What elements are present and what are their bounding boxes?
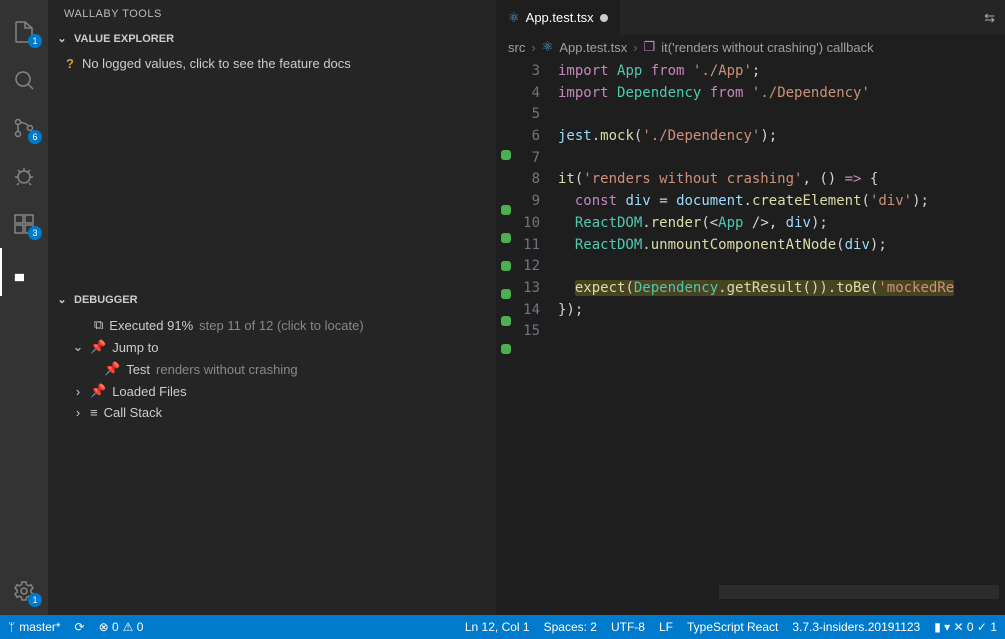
debugger-jump-to[interactable]: ⌄ 📌 Jump to [48, 336, 496, 358]
pin-icon: 📌 [90, 383, 106, 399]
badge: 6 [28, 130, 42, 144]
chevron-down-icon: ⌄ [72, 339, 84, 355]
activity-extensions[interactable]: 3 [0, 200, 48, 248]
bc-src[interactable]: src [508, 40, 525, 55]
value-explorer-header[interactable]: ⌄ VALUE EXPLORER [48, 28, 496, 49]
executed-detail: step 11 of 12 (click to locate) [199, 318, 364, 333]
chevron-right-icon: › [72, 384, 84, 399]
badge: 3 [28, 226, 42, 240]
modified-dot-icon [600, 14, 608, 22]
activity-explorer[interactable]: 1 [0, 8, 48, 56]
question-icon: ? [66, 56, 74, 71]
gutter-marks [496, 59, 516, 615]
chevron-down-icon: ⌄ [56, 293, 68, 306]
react-icon: ⚛ [542, 39, 554, 55]
jump-to-label: Jump to [112, 340, 158, 355]
editor-tabs: ⚛ App.test.tsx ⇆ [496, 0, 1005, 35]
chevron-right-icon: › [633, 40, 637, 55]
status-errors[interactable]: ⊗ 0 ⚠ 0 [99, 620, 144, 634]
activity-bar: 1 6 3 1 [0, 0, 48, 615]
debugger-executed[interactable]: ⧉ Executed 91% step 11 of 12 (click to l… [48, 314, 496, 336]
debugger-call-stack[interactable]: › ≡ Call Stack [48, 402, 496, 423]
debugger-loaded-files[interactable]: › 📌 Loaded Files [48, 380, 496, 402]
minimap[interactable] [719, 585, 999, 599]
executed-label: Executed 91% [109, 318, 193, 333]
status-encoding[interactable]: UTF-8 [611, 620, 645, 634]
tab-label: App.test.tsx [526, 10, 594, 25]
status-eol[interactable]: LF [659, 620, 673, 634]
activity-wallaby[interactable] [0, 248, 48, 296]
badge: 1 [28, 593, 42, 607]
pin-icon: 📌 [90, 339, 106, 355]
tab-actions[interactable]: ⇆ [974, 10, 1005, 26]
value-explorer-label: VALUE EXPLORER [74, 33, 174, 45]
debugger-test-item[interactable]: 📌 Test renders without crashing [48, 358, 496, 380]
editor-tab[interactable]: ⚛ App.test.tsx [496, 0, 620, 35]
test-label: Test [126, 362, 150, 377]
sidebar: WALLABY TOOLS ⌄ VALUE EXPLORER ? No logg… [48, 0, 496, 615]
debugger-header[interactable]: ⌄ DEBUGGER [48, 289, 496, 310]
editor-area: ⚛ App.test.tsx ⇆ src › ⚛ App.test.tsx › … [496, 0, 1005, 615]
status-position[interactable]: Ln 12, Col 1 [465, 620, 530, 634]
activity-scm[interactable]: 6 [0, 104, 48, 152]
react-icon: ⚛ [508, 10, 520, 26]
bc-file[interactable]: App.test.tsx [559, 40, 627, 55]
code-editor[interactable]: 3456789101112131415 import App from './A… [496, 59, 1005, 615]
value-explorer-empty[interactable]: ? No logged values, click to see the fea… [48, 53, 496, 74]
badge: 1 [28, 34, 42, 48]
code-content[interactable]: import App from './App';import Dependenc… [552, 59, 1005, 615]
cube-icon: ❒ [644, 39, 656, 55]
activity-debug[interactable] [0, 152, 48, 200]
debugger-label: DEBUGGER [74, 294, 138, 306]
status-tsver[interactable]: 3.7.3-insiders.20191123 [792, 620, 920, 634]
value-explorer-empty-text: No logged values, click to see the featu… [82, 56, 351, 71]
chevron-down-icon: ⌄ [56, 32, 68, 45]
test-detail: renders without crashing [156, 362, 298, 377]
status-spaces[interactable]: Spaces: 2 [544, 620, 597, 634]
call-stack-label: Call Stack [104, 405, 163, 420]
list-icon: ≡ [90, 405, 98, 420]
status-lang[interactable]: TypeScript React [687, 620, 778, 634]
compare-icon[interactable]: ⇆ [984, 10, 995, 25]
status-bar: ᛘ master* ⟳ ⊗ 0 ⚠ 0 Ln 12, Col 1 Spaces:… [0, 615, 1005, 639]
line-numbers: 3456789101112131415 [516, 59, 552, 615]
sidebar-title: WALLABY TOOLS [48, 0, 496, 28]
checklist-icon: ⧉ [94, 317, 103, 333]
bc-symbol[interactable]: it('renders without crashing') callback [661, 40, 873, 55]
status-wallaby[interactable]: ▮ ▾ ✕ 0 ✓ 1 [934, 620, 997, 634]
breadcrumbs[interactable]: src › ⚛ App.test.tsx › ❒ it('renders wit… [496, 35, 1005, 59]
activity-search[interactable] [0, 56, 48, 104]
chevron-right-icon: › [72, 405, 84, 420]
status-branch[interactable]: ᛘ master* [8, 620, 61, 634]
activity-settings[interactable]: 1 [0, 567, 48, 615]
pin-icon: 📌 [104, 361, 120, 377]
chevron-right-icon: › [531, 40, 535, 55]
loaded-files-label: Loaded Files [112, 384, 186, 399]
status-sync[interactable]: ⟳ [75, 620, 85, 634]
